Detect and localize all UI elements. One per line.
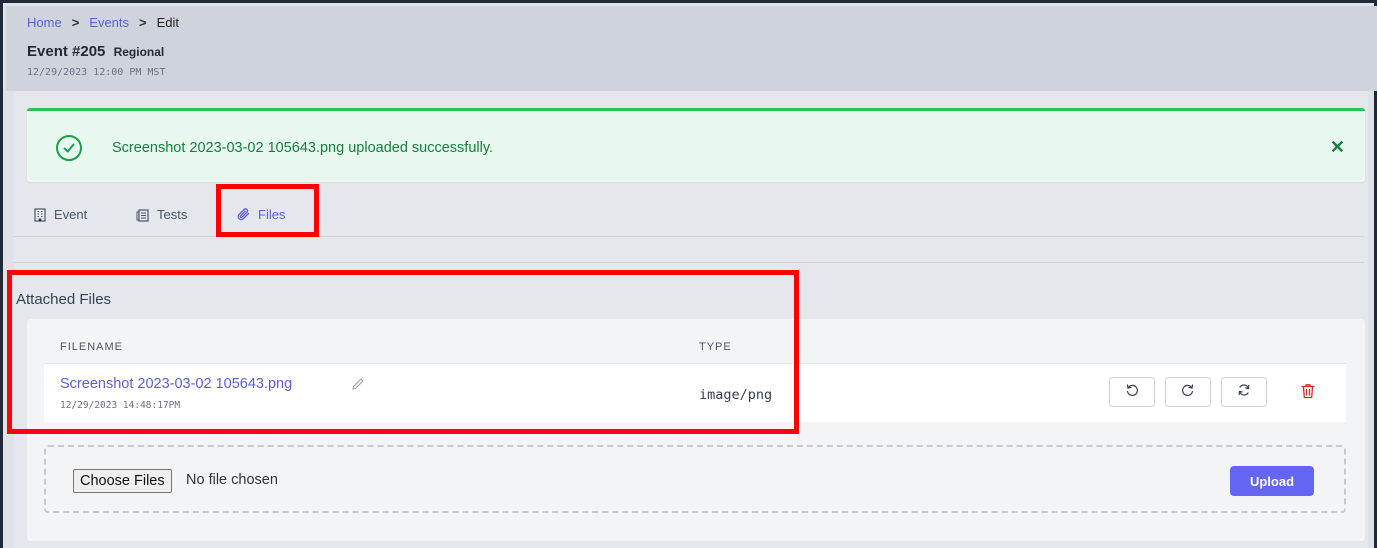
refresh-icon	[1237, 383, 1251, 402]
rotate-right-button[interactable]	[1165, 377, 1211, 407]
event-subtitle: Regional	[113, 45, 165, 59]
page-title: Event #205 Regional	[27, 43, 164, 60]
tab-event[interactable]: Event	[33, 207, 87, 222]
choose-files-button[interactable]: Choose Files	[73, 469, 172, 493]
alert-close-button[interactable]: ✕	[1330, 137, 1345, 158]
file-status-text: No file chosen	[186, 472, 278, 488]
building-icon	[33, 207, 47, 222]
breadcrumb-home-link[interactable]: Home	[27, 15, 62, 30]
tab-tests[interactable]: Tests	[136, 207, 187, 222]
breadcrumb: Home > Events > Edit	[27, 15, 179, 30]
upload-button[interactable]: Upload	[1230, 466, 1314, 496]
upload-dropzone[interactable]: Choose Files No file chosen Upload	[44, 445, 1346, 513]
breadcrumb-separator: >	[71, 15, 80, 30]
breadcrumb-separator: >	[139, 15, 147, 30]
page-header: Home > Events > Edit Event #205 Regional…	[6, 6, 1377, 91]
refresh-button[interactable]	[1221, 377, 1267, 407]
trash-icon[interactable]	[1301, 383, 1315, 404]
event-datetime: 12/29/2023 12:00 PM MST	[27, 67, 166, 78]
tab-label: Tests	[157, 207, 188, 222]
rotate-cw-icon	[1181, 383, 1195, 402]
breadcrumb-current: Edit	[156, 15, 180, 30]
annotation-box-attached-files	[7, 270, 799, 434]
success-alert: Screenshot 2023-03-02 105643.png uploade…	[27, 108, 1365, 182]
breadcrumb-events-link[interactable]: Events	[89, 15, 129, 30]
divider	[14, 262, 1364, 263]
rotate-ccw-icon	[1125, 383, 1139, 402]
clipboard-icon	[136, 208, 150, 222]
tab-label: Event	[54, 207, 88, 222]
alert-message: Screenshot 2023-03-02 105643.png uploade…	[112, 140, 494, 156]
annotation-box-files-tab	[216, 184, 319, 237]
check-circle-icon	[56, 135, 82, 161]
event-title: Event #205	[27, 43, 106, 60]
rotate-left-button[interactable]	[1109, 377, 1155, 407]
